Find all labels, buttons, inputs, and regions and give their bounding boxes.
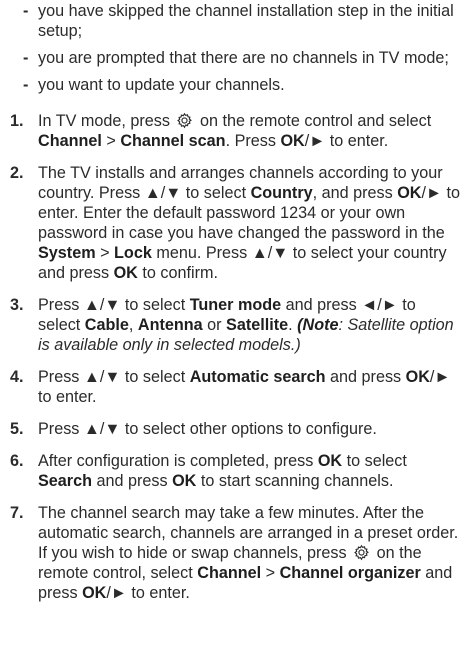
step-item: 6. After configuration is completed, pres… [10,451,462,491]
step-number: 6. [10,452,24,470]
bold-term: Channel organizer [279,564,421,582]
bold-term: OK [405,368,430,386]
bold-term: OK [82,584,107,602]
step-number: 1. [10,112,24,130]
step-list: 1. In TV mode, press on the remote contro… [10,111,462,603]
bold-term: Country [250,184,313,202]
bold-term: OK [280,132,305,150]
step-item: 4. Press ▲/▼ to select Automatic search a… [10,367,462,407]
step-item: 5. Press ▲/▼ to select other options to c… [10,419,462,439]
bullet-dash: - [23,76,29,94]
condition-text: you have skipped the channel installatio… [38,2,454,40]
bold-term: Cable [84,316,129,334]
condition-list: - you have skipped the channel installati… [10,1,462,95]
step-text: Press ▲/▼ to select Automatic search and… [38,368,451,406]
bold-term: OK [172,472,197,490]
step-text: Press ▲/▼ to select other options to con… [38,420,377,438]
step-text: The channel search may take a few minute… [38,504,459,602]
bold-term: Antenna [137,316,203,334]
condition-text: you are prompted that there are no chann… [38,49,449,67]
step-text: After configuration is completed, press … [38,452,407,490]
settings-gear-icon [353,544,370,561]
bold-term: Lock [114,244,152,262]
step-number: 4. [10,368,24,386]
condition-item: - you are prompted that there are no chan… [10,48,462,68]
bold-term: System [38,244,96,262]
note-label: (Note [297,316,339,334]
bold-term: Channel [38,132,102,150]
bold-term: OK [113,264,138,282]
bold-term: Automatic search [189,368,326,386]
bold-term: Satellite [226,316,289,334]
condition-item: - you want to update your channels. [10,75,462,95]
step-text: Press ▲/▼ to select Tuner mode and press… [38,296,454,354]
step-item: 7. The channel search may take a few minu… [10,503,462,603]
bold-term: OK [397,184,422,202]
step-item: 1. In TV mode, press on the remote contro… [10,111,462,151]
manual-page: - you have skipped the channel installati… [0,0,472,672]
step-number: 3. [10,296,24,314]
step-item: 3. Press ▲/▼ to select Tuner mode and pre… [10,295,462,355]
bullet-dash: - [23,2,29,20]
step-number: 7. [10,504,24,522]
bullet-dash: - [23,49,29,67]
settings-gear-icon [176,112,193,129]
bold-term: Search [38,472,92,490]
step-number: 5. [10,420,24,438]
step-number: 2. [10,164,24,182]
bold-term: Tuner mode [189,296,282,314]
bold-term: Channel [197,564,262,582]
condition-text: you want to update your channels. [38,76,285,94]
bold-term: Channel scan [120,132,226,150]
step-item: 2. The TV installs and arranges channels … [10,163,462,283]
step-text: In TV mode, press on the remote control … [38,112,432,150]
bold-term: OK [317,452,343,470]
condition-item: - you have skipped the channel installati… [10,1,462,41]
step-text: The TV installs and arranges channels ac… [38,164,461,282]
